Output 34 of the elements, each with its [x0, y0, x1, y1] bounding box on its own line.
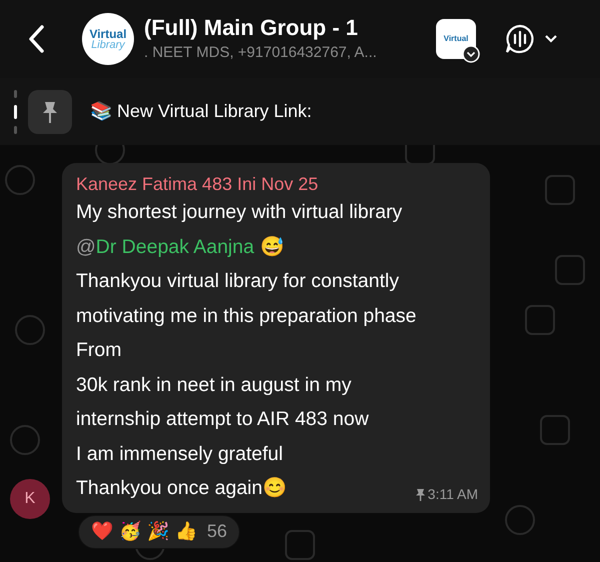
message-line: I am immensely grateful [76, 442, 283, 466]
reactions-bar[interactable]: ❤ 🥳 🎉 👍 56 [78, 514, 240, 548]
pin-indicator-icon [14, 90, 18, 134]
back-icon [27, 25, 45, 53]
message-line: internship attempt to AIR 483 now [76, 407, 369, 432]
sender-name[interactable]: Kaneez Fatima 483 Ini Nov 25 [76, 173, 318, 195]
message-line: My shortest journey with virtual library [76, 200, 402, 225]
logo-text: Virtual [89, 28, 127, 40]
reaction-emoji: ❤ [91, 520, 113, 543]
message-line: Thankyou virtual library for constantly [76, 269, 399, 294]
message-time: 3:11 AM [428, 484, 478, 504]
chevron-down-icon [544, 34, 558, 44]
message-line: 30k rank in neet in august in my [76, 372, 352, 398]
message-line: Thankyou once again😊 [76, 476, 286, 501]
logo-text: Virtual [444, 33, 468, 45]
mention-link[interactable]: @Dr Deepak Aanjna [76, 230, 254, 264]
reaction-count: 56 [207, 520, 228, 543]
pinned-message-text: 📚 New Virtual Library Link: [90, 100, 312, 123]
message-line: From [76, 338, 122, 363]
reaction-emoji: 👍 [175, 520, 197, 543]
logo-text: Library [91, 40, 125, 50]
pin-button[interactable] [28, 90, 72, 134]
reaction-emoji: 🥳 [119, 520, 141, 543]
message-line: motivating me in this preparation phase [76, 304, 416, 328]
chevron-down-icon [462, 45, 480, 63]
chat-title[interactable]: (Full) Main Group - 1 [144, 14, 424, 42]
chat-subtitle: . NEET MDS, +917016432767, A... [144, 42, 378, 62]
pinned-message-bar[interactable]: 📚 New Virtual Library Link: [0, 78, 600, 145]
emoji: 😅 [260, 234, 284, 260]
sender-avatar[interactable]: K [10, 478, 50, 518]
group-avatar[interactable]: Virtual Library [82, 13, 134, 65]
reaction-emoji: 🎉 [147, 520, 169, 543]
voice-chat-icon [504, 23, 536, 55]
voice-chat-button[interactable] [504, 23, 558, 55]
